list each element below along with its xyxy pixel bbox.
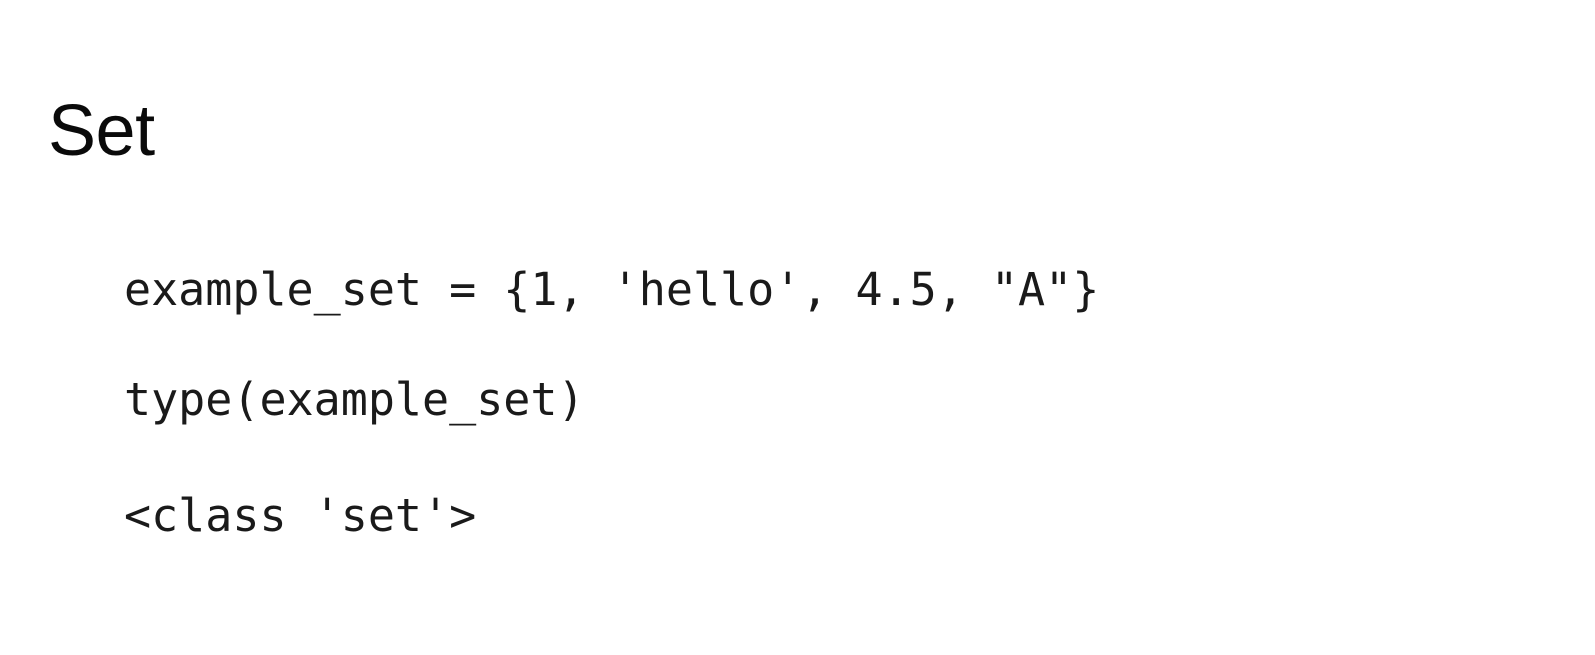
code-line-set-assignment: example_set = {1, 'hello', 4.5, "A"} (124, 263, 1100, 316)
slide: Set example_set = {1, 'hello', 4.5, "A"}… (0, 0, 1595, 655)
code-line-type-call: type(example_set) (124, 373, 585, 426)
slide-title: Set (48, 91, 155, 171)
code-line-output: <class 'set'> (124, 489, 477, 542)
